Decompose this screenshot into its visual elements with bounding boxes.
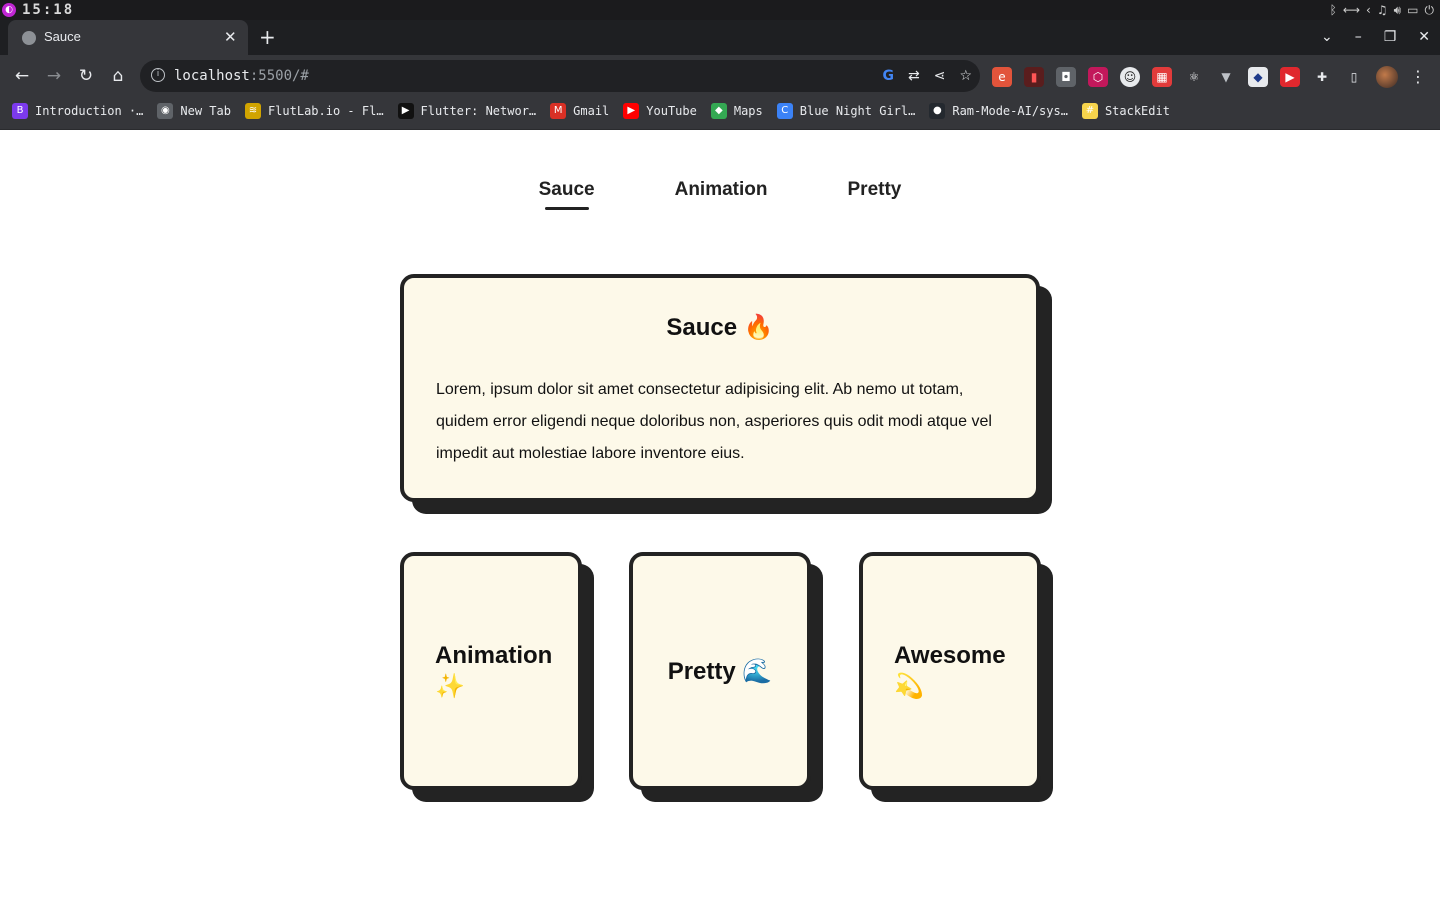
bookmark-favicon-icon: M [550,103,567,119]
bell-icon[interactable]: ♫ [1377,1,1388,19]
camera-icon[interactable]: ◘ [1056,67,1076,87]
puzzle-icon[interactable]: ✚ [1312,67,1332,87]
bookmark-label: FlutLab.io - Fl… [267,104,384,118]
bluetooth-icon[interactable]: ᛒ [1330,1,1337,19]
dizzy-icon: 💫 [894,671,924,700]
site-nav: Sauce Animation Pretty [0,178,1440,210]
home-button[interactable]: ⌂ [106,64,130,88]
bookmark-label: Blue Night Girl… [799,104,916,118]
reload-button[interactable]: ↻ [74,64,98,88]
bookmark-item[interactable]: B Introduction ·… [12,103,143,119]
bookmarks-bar: B Introduction ·… ◉ New Tab ≋ FlutLab.io - Fl… [0,97,1440,130]
nav-link-pretty[interactable]: Pretty [848,178,902,208]
bookmark-favicon-icon: ≋ [244,103,261,119]
bookmark-item[interactable]: ◉ New Tab [157,103,231,119]
card-title: Animation ✨ [435,641,553,700]
google-icon[interactable]: G [882,66,894,86]
bookmark-item[interactable]: ▶ Flutter: Networ… [397,103,537,119]
fire-icon: 🔥 [743,313,774,341]
bookmark-item[interactable]: ◆ Maps [710,103,763,119]
close-window-button[interactable]: ✕ [1418,28,1430,46]
bookmark-item[interactable]: # StackEdit [1081,103,1170,119]
extension-grid-icon[interactable]: ▦ [1152,67,1172,87]
bookmark-item[interactable]: ● Ram-Mode-AI/sys… [929,103,1068,119]
wave-icon: 🌊 [742,656,773,685]
side-panel-icon[interactable]: ▯ [1344,67,1364,87]
extension-red-icon[interactable]: ▶ [1280,67,1300,87]
card-awesome[interactable]: Awesome 💫 [859,552,1041,790]
bookmark-label: New Tab [180,104,231,118]
bookmark-favicon-icon: # [1081,103,1098,119]
bookmark-favicon-icon: ◉ [157,103,174,119]
extension-audio-icon[interactable]: ▮ [1024,67,1044,87]
tab-sauce[interactable]: Sauce ✕ [8,20,248,55]
network-icon[interactable]: ⟷ [1343,1,1360,19]
hero-text: Lorem, ipsum dolor sit amet consectetur … [436,381,992,462]
extension-face-icon[interactable]: ☺ [1120,67,1140,87]
card-animation[interactable]: Animation ✨ [400,552,582,790]
card-pretty[interactable]: Pretty 🌊 [629,552,811,790]
react-icon[interactable]: ⚛ [1184,67,1204,87]
os-top-bar: ◐ 15:18 ᛒ ⟷ ‹ ♫ 🔊︎ ▭ ⏻ [0,0,1440,20]
page-content: Sauce Animation Pretty Sauce 🔥 Lorem, ip… [0,130,1440,900]
translate-icon[interactable]: ⇄ [908,66,920,86]
launcher-icon[interactable]: ◐ [2,3,16,17]
power-icon[interactable]: ⏻ [1425,1,1435,19]
bookmark-label: Gmail [573,104,610,118]
profile-avatar[interactable] [1376,66,1398,88]
nav-link-animation[interactable]: Animation [675,178,768,208]
sparkles-icon: ✨ [435,671,465,700]
tab-title: Sauce [44,29,81,44]
extensions-row: e ▮ ◘ ⬡ ☺ ▦ ⚛ ▼ ◆ ▶ ✚ ▯ ⋮ [992,66,1426,88]
os-clock: 15:18 [22,2,75,18]
info-icon[interactable]: i [151,68,165,82]
new-tab-button[interactable]: + [259,26,276,48]
bookmark-favicon-icon: ● [929,103,946,119]
bookmark-item[interactable]: ▶ YouTube [623,103,697,119]
bookmark-label: Introduction ·… [35,104,144,118]
bookmark-item[interactable]: ≋ FlutLab.io - Fl… [244,103,384,119]
tab-search-icon[interactable]: ⌄ [1321,28,1333,46]
bookmark-item[interactable]: M Gmail [550,103,609,119]
close-icon[interactable]: ✕ [224,28,237,46]
extension-hex-icon[interactable]: ◆ [1248,67,1268,87]
bookmark-favicon-icon: C [776,103,793,119]
bookmark-favicon-icon: ▶ [623,103,640,119]
browser-toolbar: ← → ↻ ⌂ i localhost:5500/# G ⇄ ⋖ ☆ e ▮ ◘… [0,55,1440,97]
card-title: Awesome 💫 [894,641,1006,700]
globe-icon [22,31,36,45]
hero-title: Sauce 🔥 [666,313,774,341]
minimize-button[interactable]: – [1355,28,1362,46]
nav-link-sauce[interactable]: Sauce [539,178,595,210]
bookmark-favicon-icon: B [12,103,28,119]
bookmark-label: Maps [733,104,763,118]
restore-button[interactable]: ❐ [1384,28,1397,46]
extension-graphql-icon[interactable]: ⬡ [1088,67,1108,87]
bookmark-label: Ram-Mode-AI/sys… [952,104,1068,118]
bookmark-label: StackEdit [1104,104,1170,118]
battery-icon[interactable]: ▭ [1407,1,1418,19]
more-menu-icon[interactable]: ⋮ [1410,67,1426,87]
address-bar[interactable]: i localhost:5500/# G ⇄ ⋖ ☆ [140,60,980,92]
forward-button[interactable]: → [42,64,66,88]
bookmark-label: Flutter: Networ… [420,104,537,118]
arrow-left-icon[interactable]: ‹ [1366,1,1371,19]
bookmark-star-icon[interactable]: ☆ [959,66,972,86]
url-text[interactable]: localhost:5500/# [174,67,309,85]
bookmark-label: YouTube [646,104,697,118]
share-icon[interactable]: ⋖ [934,66,946,86]
vue-icon[interactable]: ▼ [1216,67,1236,87]
card-title: Pretty 🌊 [667,656,773,685]
extension-e-icon[interactable]: e [992,67,1012,87]
back-button[interactable]: ← [10,64,34,88]
bookmark-favicon-icon: ▶ [397,103,414,119]
hero-card: Sauce 🔥 Lorem, ipsum dolor sit amet cons… [400,274,1040,502]
bookmark-favicon-icon: ◆ [710,103,727,119]
tab-strip: Sauce ✕ + ⌄ – ❐ ✕ [0,20,1440,55]
system-tray: ᛒ ⟷ ‹ ♫ 🔊︎ ▭ ⏻ [1330,1,1434,19]
bookmark-item[interactable]: C Blue Night Girl… [776,103,916,119]
volume-icon[interactable]: 🔊︎ [1394,1,1402,19]
